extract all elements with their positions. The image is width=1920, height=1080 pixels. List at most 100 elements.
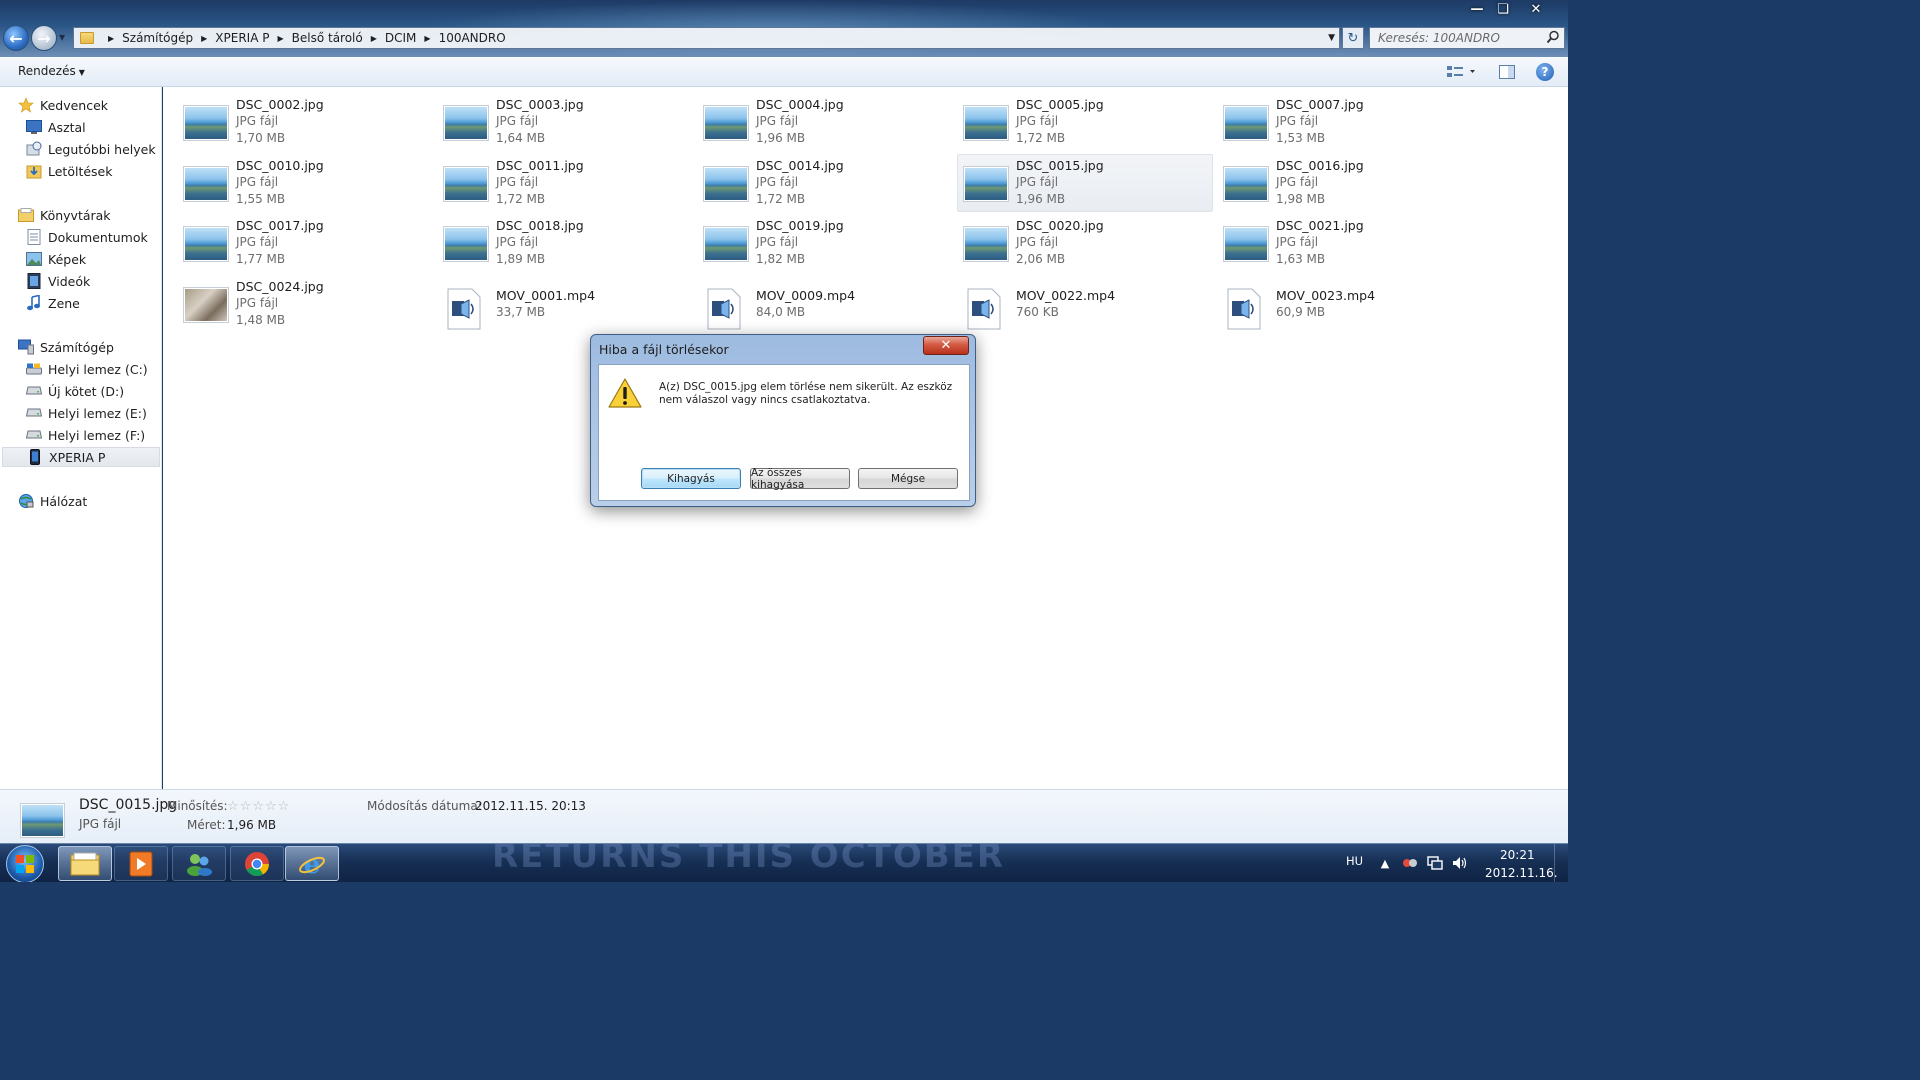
skip-all-button[interactable]: Az összes kihagyása <box>750 467 850 491</box>
taskbar-media-player[interactable] <box>114 846 168 881</box>
file-item[interactable]: DSC_0011.jpg JPG fájl 1,72 MB <box>423 148 679 206</box>
file-item[interactable]: DSC_0007.jpg JPG fájl 1,53 MB <box>1203 87 1459 145</box>
file-name: DSC_0004.jpg <box>756 97 844 112</box>
star-icon[interactable]: ☆ <box>278 799 290 814</box>
network-status-icon[interactable] <box>1427 855 1443 871</box>
taskbar-explorer[interactable] <box>58 846 112 881</box>
nav-computer[interactable]: Számítógép <box>18 337 114 357</box>
nav-item-desktop[interactable]: Asztal <box>26 117 86 137</box>
breadcrumb-separator-icon[interactable]: ▶ <box>424 34 430 43</box>
nav-item-recent-places[interactable]: Legutóbbi helyek <box>26 139 156 159</box>
clock-date[interactable]: 2012.11.16. <box>1485 866 1558 880</box>
nav-item-drive-c[interactable]: Helyi lemez (C:) <box>26 359 148 379</box>
file-type: JPG fájl <box>496 235 539 249</box>
rating-stars[interactable]: ☆ ☆ ☆ ☆ ☆ <box>227 799 289 814</box>
video-file-item[interactable]: MOV_0022.mp4 760 KB <box>943 269 1199 330</box>
video-file-item[interactable]: MOV_0009.mp4 84,0 MB <box>683 269 939 330</box>
nav-network[interactable]: Hálózat <box>18 491 87 511</box>
file-item[interactable]: DSC_0004.jpg JPG fájl 1,96 MB <box>683 87 939 145</box>
file-item[interactable]: DSC_0020.jpg JPG fájl 2,06 MB <box>943 208 1199 266</box>
breadcrumb-item[interactable]: XPERIA P <box>215 31 269 45</box>
video-file-item[interactable]: MOV_0001.mp4 33,7 MB <box>423 269 679 330</box>
file-item[interactable]: DSC_0017.jpg JPG fájl 1,77 MB <box>163 208 419 266</box>
video-file-icon <box>967 288 1001 330</box>
file-item[interactable]: DSC_0016.jpg JPG fájl 1,98 MB <box>1203 148 1459 206</box>
window-controls: — ❏ ✕ <box>1464 0 1556 18</box>
video-file-item[interactable]: MOV_0023.mp4 60,9 MB <box>1203 269 1459 330</box>
back-button[interactable]: ← <box>3 25 29 51</box>
breadcrumb-item[interactable]: Belső tároló <box>292 31 363 45</box>
breadcrumb-separator-icon[interactable]: ▶ <box>371 34 377 43</box>
nav-item-drive-d[interactable]: Új kötet (D:) <box>26 381 124 401</box>
breadcrumb-item[interactable]: 100ANDRO <box>439 31 506 45</box>
search-icon[interactable] <box>1546 30 1560 44</box>
desktop-icon <box>26 119 42 135</box>
minimize-button[interactable]: — <box>1464 0 1490 18</box>
file-name: DSC_0002.jpg <box>236 97 324 112</box>
image-thumbnail <box>703 226 749 262</box>
file-item[interactable]: DSC_0018.jpg JPG fájl 1,89 MB <box>423 208 679 266</box>
taskbar-messenger[interactable] <box>172 846 226 881</box>
nav-item-xperia-p[interactable]: XPERIA P <box>2 447 160 467</box>
file-item[interactable]: DSC_0010.jpg JPG fájl 1,55 MB <box>163 148 419 206</box>
volume-icon[interactable] <box>1452 855 1468 871</box>
nav-item-drive-f[interactable]: Helyi lemez (F:) <box>26 425 145 445</box>
start-button[interactable] <box>6 845 44 882</box>
address-bar[interactable]: ▶ Számítógép ▶ XPERIA P ▶ Belső tároló ▶… <box>73 27 1340 49</box>
star-icon[interactable]: ☆ <box>265 799 277 814</box>
file-item[interactable]: DSC_0005.jpg JPG fájl 1,72 MB <box>943 87 1199 145</box>
organize-button[interactable]: Rendezés ▼ <box>18 64 85 78</box>
breadcrumb-separator-icon[interactable]: ▶ <box>277 34 283 43</box>
close-window-button[interactable]: ✕ <box>1516 0 1556 18</box>
skip-button[interactable]: Kihagyás <box>641 468 741 489</box>
nav-label: Kedvencek <box>40 97 109 113</box>
nav-item-music[interactable]: Zene <box>26 293 80 313</box>
star-icon[interactable]: ☆ <box>227 799 239 814</box>
recent-pages-dropdown[interactable]: ▼ <box>59 33 65 42</box>
show-hidden-icons-icon[interactable]: ▲ <box>1377 855 1393 871</box>
taskbar-internet-explorer[interactable]: e <box>285 846 339 881</box>
file-item[interactable]: DSC_0021.jpg JPG fájl 1,63 MB <box>1203 208 1459 266</box>
dialog-close-button[interactable]: ✕ <box>923 336 969 355</box>
folder-icon <box>80 32 94 44</box>
change-view-button[interactable] <box>1442 63 1480 81</box>
address-history-dropdown-icon[interactable]: ▼ <box>1328 33 1335 43</box>
tray-app-icon[interactable] <box>1402 855 1418 871</box>
nav-libraries[interactable]: Könyvtárak <box>18 205 111 225</box>
nav-item-videos[interactable]: Videók <box>26 271 90 291</box>
taskbar-chrome[interactable] <box>230 846 284 881</box>
file-item[interactable]: DSC_0002.jpg JPG fájl 1,70 MB <box>163 87 419 145</box>
breadcrumb-separator-icon[interactable]: ▶ <box>108 34 114 43</box>
star-icon[interactable]: ☆ <box>240 799 252 814</box>
forward-button[interactable]: → <box>31 25 57 51</box>
file-item[interactable]: DSC_0019.jpg JPG fájl 1,82 MB <box>683 208 939 266</box>
breadcrumb-separator-icon[interactable]: ▶ <box>201 34 207 43</box>
clock-time[interactable]: 20:21 <box>1500 848 1535 862</box>
search-box[interactable] <box>1369 27 1565 49</box>
preview-pane-button[interactable] <box>1497 63 1517 81</box>
navigation-pane: Kedvencek Asztal Legutóbbi helyek Letölt… <box>0 87 162 789</box>
breadcrumb-item[interactable]: Számítógép <box>122 31 193 45</box>
internet-explorer-icon: e <box>299 850 325 878</box>
star-icon[interactable]: ☆ <box>252 799 264 814</box>
file-item-hovered[interactable]: DSC_0015.jpg JPG fájl 1,96 MB <box>957 154 1213 212</box>
file-item[interactable]: DSC_0014.jpg JPG fájl 1,72 MB <box>683 148 939 206</box>
maximize-button[interactable]: ❏ <box>1490 0 1516 18</box>
file-item[interactable]: DSC_0003.jpg JPG fájl 1,64 MB <box>423 87 679 145</box>
nav-item-documents[interactable]: Dokumentumok <box>26 227 148 247</box>
cancel-button[interactable]: Mégse <box>858 468 958 489</box>
show-desktop-button[interactable] <box>1554 844 1568 882</box>
help-button[interactable]: ? <box>1536 63 1554 81</box>
search-input[interactable] <box>1370 28 1540 48</box>
preview-pane-icon <box>1499 65 1515 79</box>
drive-icon <box>26 383 42 399</box>
nav-item-drive-e[interactable]: Helyi lemez (E:) <box>26 403 147 423</box>
nav-item-downloads[interactable]: Letöltések <box>26 161 113 181</box>
language-indicator[interactable]: HU <box>1346 854 1363 868</box>
nav-item-pictures[interactable]: Képek <box>26 249 86 269</box>
file-item[interactable]: DSC_0024.jpg JPG fájl 1,48 MB <box>163 269 419 327</box>
nav-favorites[interactable]: Kedvencek <box>18 95 108 115</box>
refresh-button[interactable]: ↻ <box>1342 27 1364 49</box>
view-options-icon <box>1447 66 1475 77</box>
breadcrumb-item[interactable]: DCIM <box>385 31 417 45</box>
